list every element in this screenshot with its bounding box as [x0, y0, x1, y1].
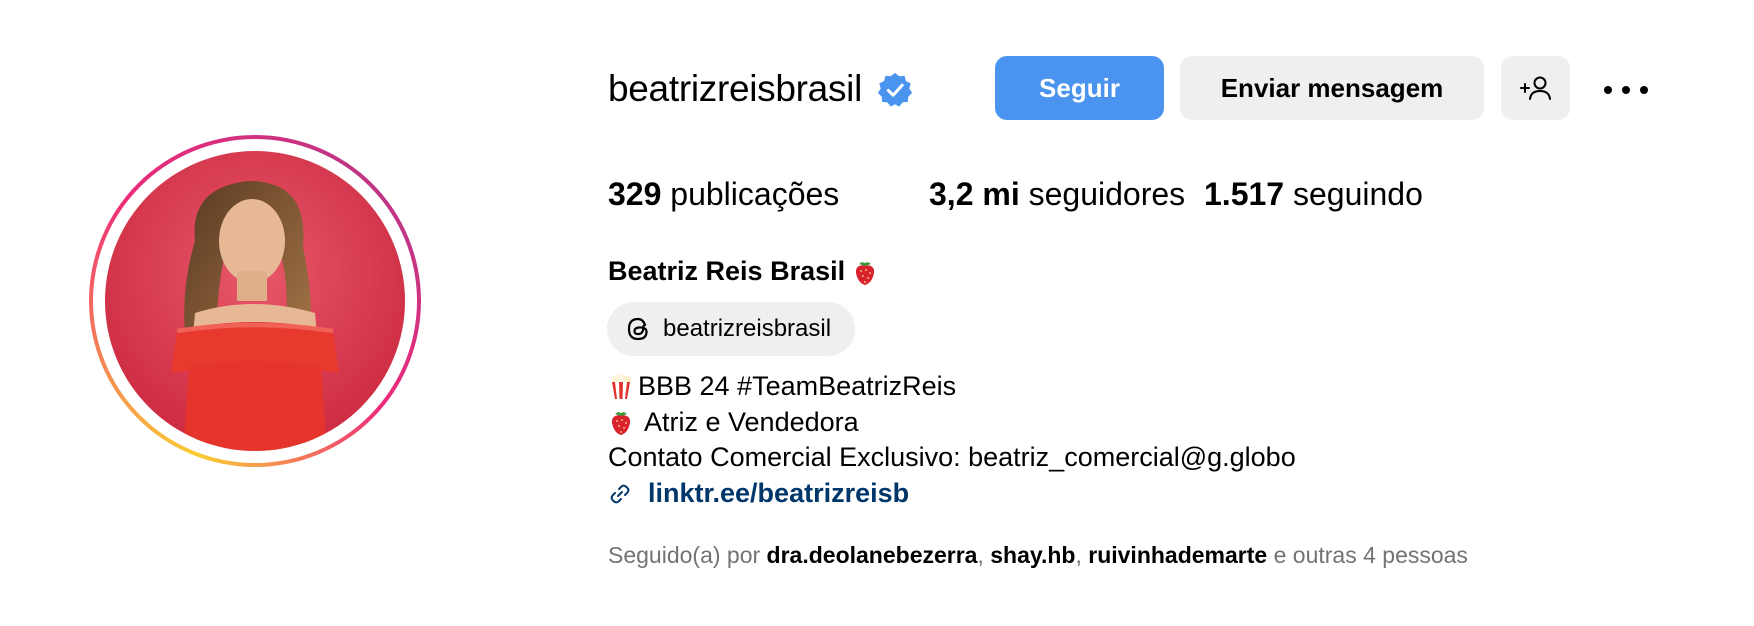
- followers-value: 3,2 mi: [929, 176, 1020, 212]
- profile-avatar[interactable]: [105, 151, 405, 451]
- following-count[interactable]: 1.517 seguindo: [1204, 176, 1423, 213]
- posts-count: 329 publicações: [608, 176, 839, 213]
- followed-by-prefix: Seguido(a) por: [608, 542, 761, 568]
- followed-by-suffix: e outras 4 pessoas: [1273, 542, 1468, 568]
- bio-text-3: Contato Comercial Exclusivo: beatriz_com…: [608, 442, 1296, 472]
- posts-label: publicações: [670, 176, 840, 212]
- bio-link[interactable]: linktr.ee/beatrizreisb: [648, 480, 909, 507]
- follow-button[interactable]: Seguir: [995, 56, 1164, 120]
- following-label: seguindo: [1292, 176, 1423, 212]
- avatar-ring-gap: [93, 139, 417, 463]
- full-name-text: Beatriz Reis Brasil: [608, 256, 846, 286]
- verified-badge-icon: [877, 72, 913, 107]
- profile-full-name: Beatriz Reis Brasil: [608, 256, 877, 287]
- strawberry-emoji: [611, 412, 631, 435]
- profile-avatar-story-ring[interactable]: [89, 135, 421, 467]
- mutual-separator: ,: [1075, 542, 1082, 568]
- threads-icon: [627, 317, 648, 341]
- mutual-follower[interactable]: dra.deolanebezerra: [767, 542, 978, 568]
- following-value: 1.517: [1204, 176, 1285, 212]
- add-user-icon: [1519, 76, 1551, 100]
- followed-by[interactable]: Seguido(a) por dra.deolanebezerra, shay.…: [608, 542, 1468, 569]
- mutual-separator: ,: [977, 542, 984, 568]
- bio-line: Atriz e Vendedora: [608, 408, 859, 436]
- followers-count[interactable]: 3,2 mi seguidores: [929, 176, 1185, 213]
- strawberry-emoji: [856, 261, 875, 285]
- followers-label: seguidores: [1028, 176, 1186, 212]
- bio-text-2: Atriz e Vendedora: [644, 406, 859, 437]
- more-options-icon: [1604, 86, 1648, 94]
- more-options-button[interactable]: [1596, 70, 1656, 110]
- profile-username[interactable]: beatrizreisbrasil: [608, 70, 862, 107]
- profile-header: beatrizreisbrasil: [608, 56, 914, 120]
- suggested-accounts-button[interactable]: [1501, 56, 1570, 120]
- bio-link-row[interactable]: linktr.ee/beatrizreisb: [608, 480, 909, 507]
- mutual-follower[interactable]: shay.hb: [990, 542, 1075, 568]
- bio-line: BBB 24 #TeamBeatrizReis: [608, 372, 956, 400]
- send-message-button[interactable]: Enviar mensagem: [1180, 56, 1484, 120]
- link-icon: [610, 484, 630, 503]
- mutual-follower[interactable]: ruivinhademarte: [1088, 542, 1267, 568]
- bio-text-1: BBB 24 #TeamBeatrizReis: [638, 370, 957, 401]
- posts-value: 329: [608, 176, 662, 212]
- threads-handle: beatrizreisbrasil: [663, 315, 832, 342]
- popcorn-emoji: [612, 373, 631, 399]
- bio-line: Contato Comercial Exclusivo: beatriz_com…: [608, 444, 1296, 471]
- threads-profile-link[interactable]: beatrizreisbrasil: [607, 302, 855, 356]
